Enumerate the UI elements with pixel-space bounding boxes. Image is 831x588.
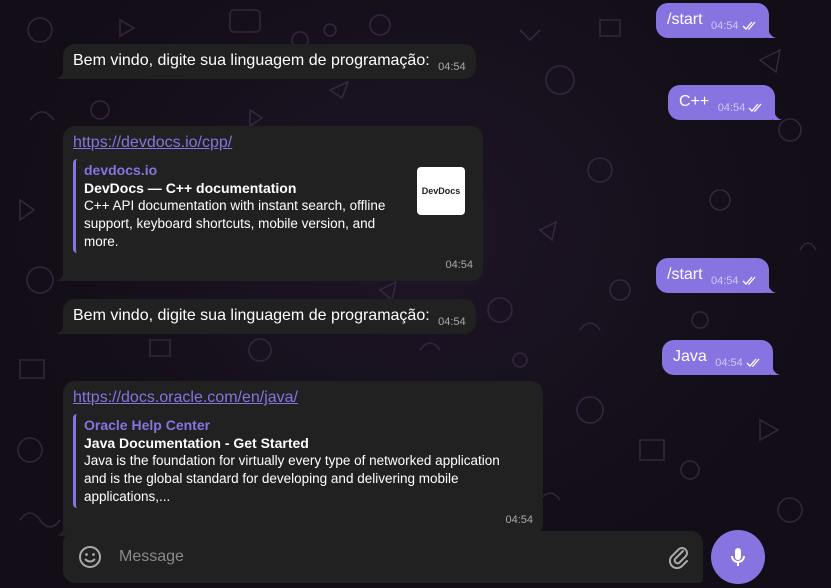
preview-description: C++ API documentation with instant searc… — [84, 198, 386, 249]
preview-thumbnail: DevDocs — [417, 167, 465, 215]
message-time: 04:54 — [711, 20, 739, 32]
message-incoming[interactable]: Bem vindo, digite sua linguagem de progr… — [56, 44, 476, 79]
message-time: 04:54 — [438, 316, 466, 328]
double-check-icon — [746, 358, 760, 367]
message-text: Java — [673, 348, 707, 365]
message-input[interactable] — [103, 548, 667, 566]
message-text: /start — [667, 266, 703, 283]
preview-description: Java is the foundation for virtually eve… — [84, 453, 500, 504]
message-time: 04:54 — [715, 357, 743, 369]
message-link-preview[interactable]: https://devdocs.io/cpp/ devdocs.io DevDo… — [56, 126, 483, 281]
paperclip-icon[interactable] — [667, 545, 691, 569]
message-text: C++ — [679, 93, 710, 110]
preview-site-name: Oracle Help Center — [84, 417, 211, 433]
message-time: 04:54 — [505, 514, 533, 526]
double-check-icon — [742, 21, 756, 30]
message-outgoing[interactable]: /start 04:54 — [656, 258, 776, 293]
message-text: /start — [667, 11, 703, 28]
message-outgoing[interactable]: C++ 04:54 — [668, 85, 783, 120]
double-check-icon — [748, 103, 762, 112]
record-voice-button[interactable] — [711, 530, 765, 584]
smile-icon[interactable] — [77, 544, 103, 570]
double-check-icon — [742, 276, 756, 285]
message-link[interactable]: https://docs.oracle.com/en/java/ — [73, 389, 298, 406]
link-preview-card[interactable]: devdocs.io DevDocs — C++ documentation C… — [73, 159, 473, 253]
message-link[interactable]: https://devdocs.io/cpp/ — [73, 134, 232, 151]
microphone-icon — [731, 548, 745, 566]
message-outgoing[interactable]: Java 04:54 — [662, 340, 780, 375]
preview-site-name: devdocs.io — [84, 162, 158, 178]
link-preview-card[interactable]: Oracle Help Center Java Documentation - … — [73, 414, 533, 508]
message-incoming[interactable]: Bem vindo, digite sua linguagem de progr… — [56, 299, 476, 334]
message-text: Bem vindo, digite sua linguagem de progr… — [73, 52, 430, 69]
message-time: 04:54 — [717, 102, 746, 114]
message-link-preview[interactable]: https://docs.oracle.com/en/java/ Oracle … — [56, 381, 543, 536]
message-time: 04:54 — [438, 61, 466, 73]
preview-title: Java Documentation - Get Started — [84, 435, 309, 451]
message-text: Bem vindo, digite sua linguagem de progr… — [73, 307, 430, 324]
message-time: 04:54 — [445, 259, 473, 271]
preview-title: DevDocs — C++ documentation — [84, 180, 297, 196]
message-composer — [63, 531, 703, 583]
message-time: 04:54 — [711, 275, 739, 287]
message-outgoing[interactable]: /start 04:54 — [656, 3, 776, 38]
